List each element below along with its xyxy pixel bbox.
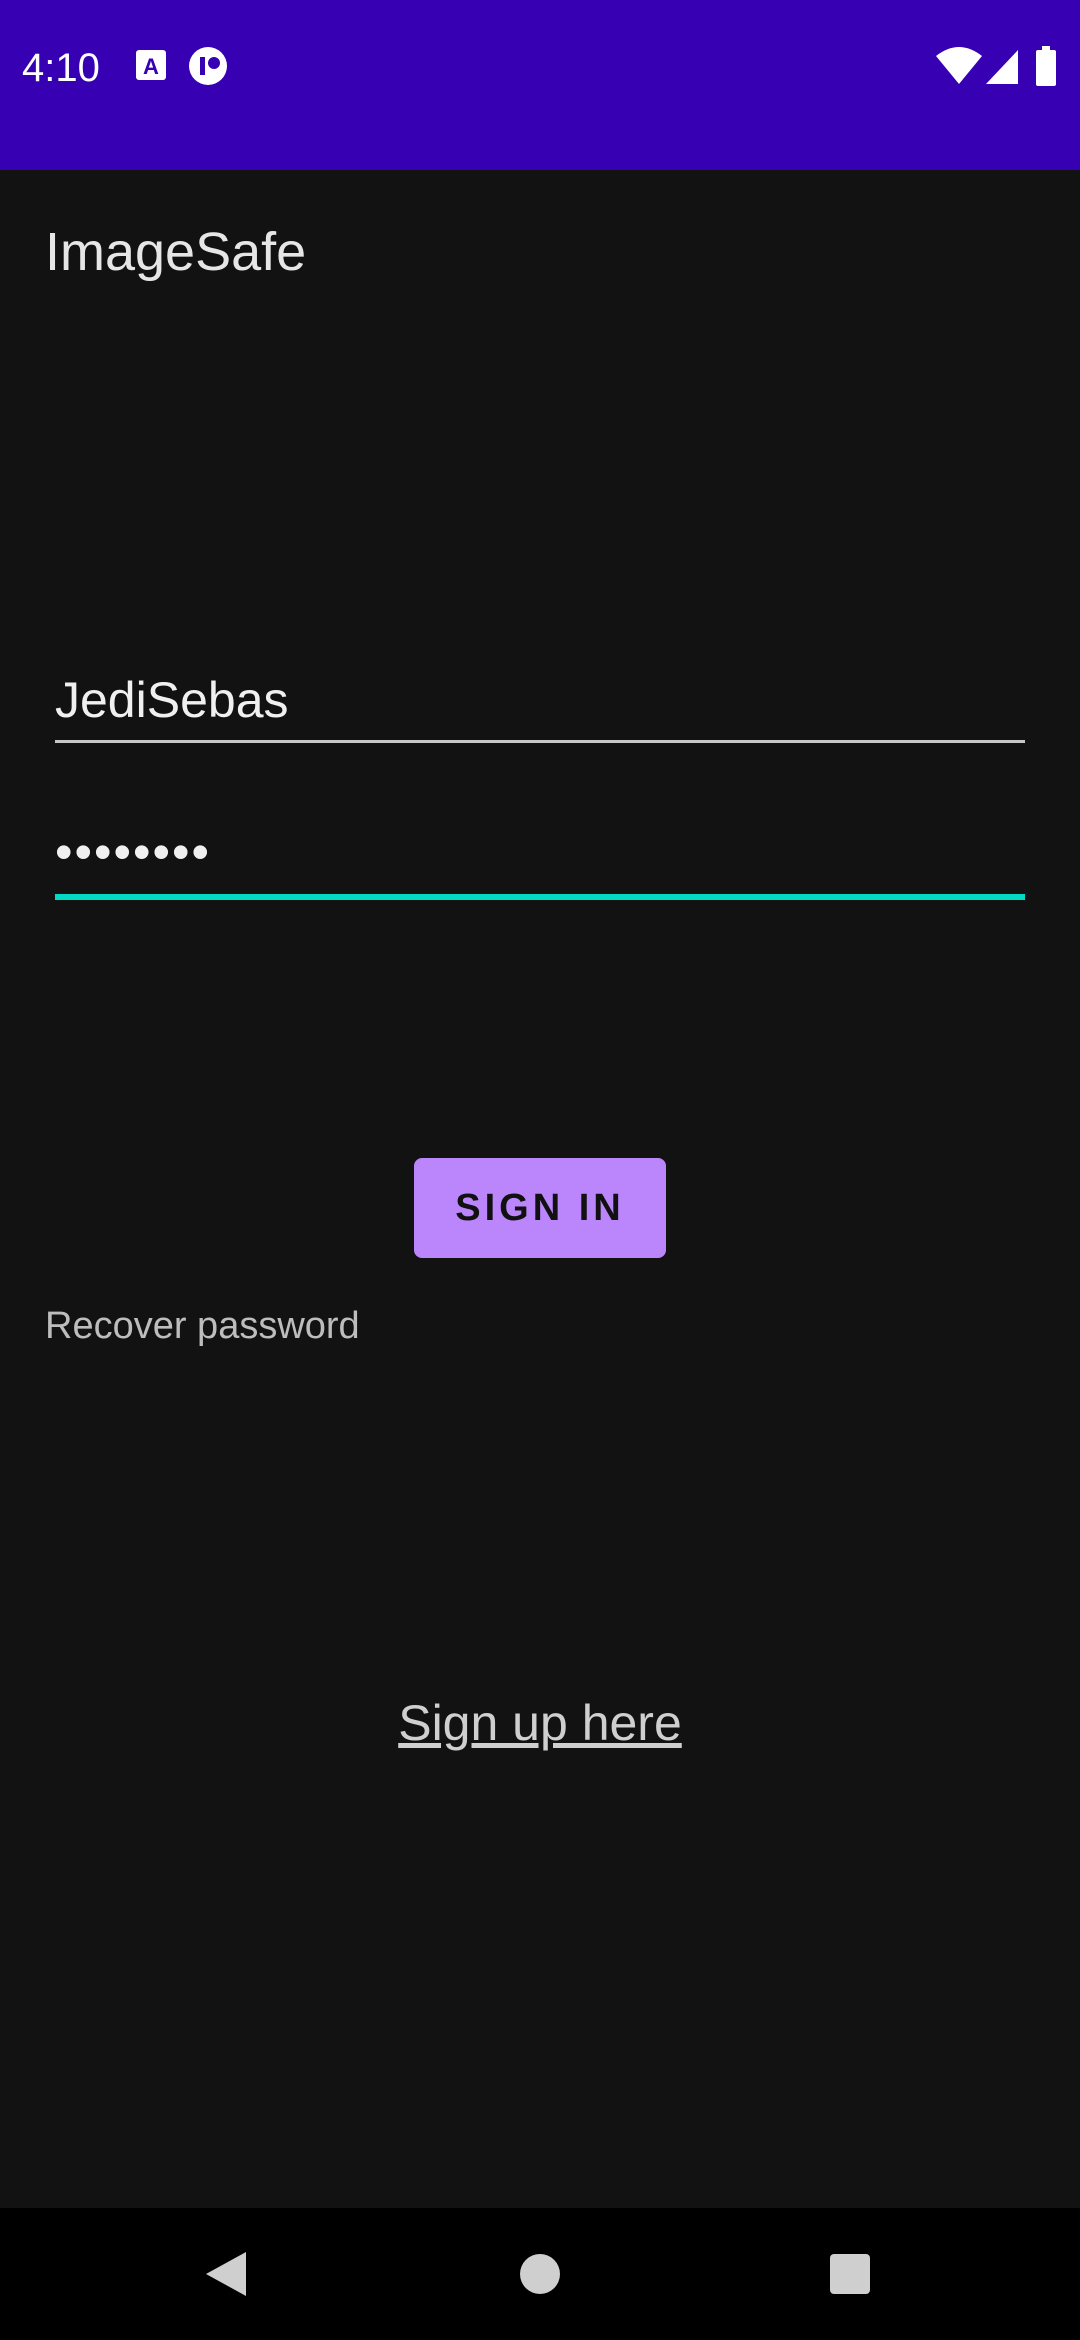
navigation-bar [0,2208,1080,2340]
cell-signal-icon [986,50,1018,84]
back-icon[interactable] [196,2244,256,2304]
recover-password-link[interactable]: Recover password [45,1302,360,1350]
recents-icon[interactable] [820,2244,880,2304]
status-circle-icon [189,47,227,85]
password-value: •••••••• [55,824,212,880]
password-field[interactable]: •••••••• [55,820,1025,902]
wifi-icon [936,47,982,84]
status-time: 4:10 [22,46,100,90]
app-title: ImageSafe [45,222,307,282]
keyboard-a-icon: A [136,50,166,80]
sign-in-button[interactable]: SIGN IN [414,1158,666,1258]
svg-text:A: A [143,54,159,79]
username-field[interactable]: JediSebas [55,668,1025,744]
sign-up-link[interactable]: Sign up here [0,1692,1080,1754]
battery-icon [1036,46,1056,86]
username-underline [55,740,1025,743]
username-value: JediSebas [55,672,289,728]
password-underline [55,894,1025,900]
home-icon[interactable] [510,2244,570,2304]
login-screen: 4:10 A ImageSafe JediSebas •••••••• SIGN… [0,0,1080,2340]
status-bar: 4:10 A [0,0,1080,170]
